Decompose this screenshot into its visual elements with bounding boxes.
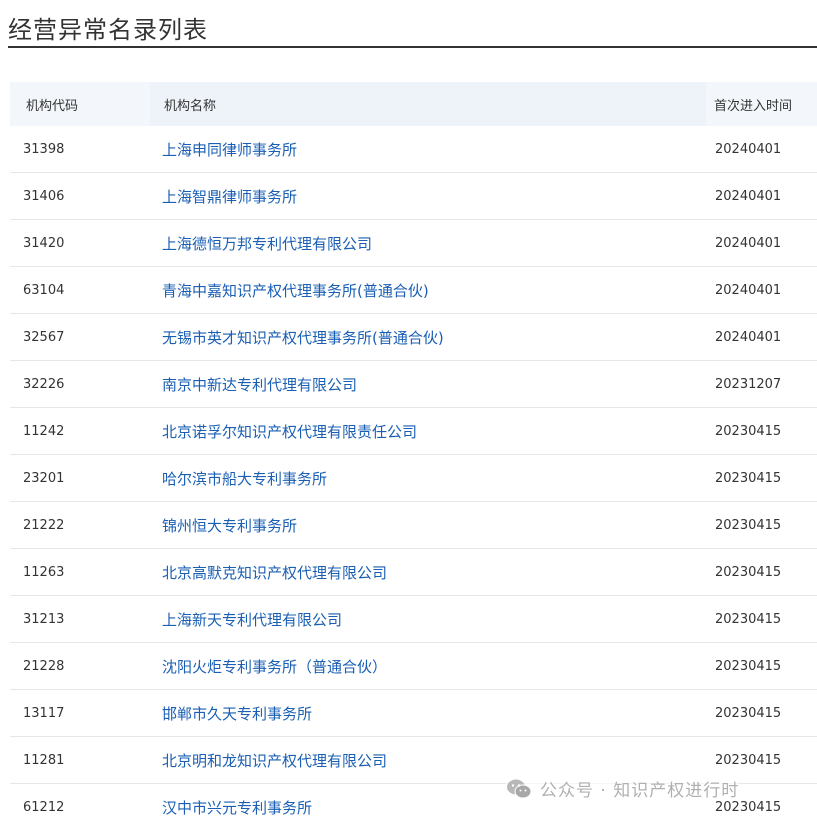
cell-date: 20231207	[715, 376, 782, 392]
cell-name-link[interactable]: 上海德恒万邦专利代理有限公司	[150, 233, 706, 254]
cell-name-link[interactable]: 无锡市英才知识产权代理事务所(普通合伙)	[150, 327, 706, 348]
cell-code: 13117	[23, 705, 65, 721]
cell-date: 20240401	[715, 235, 782, 251]
cell-date: 20230415	[715, 470, 782, 486]
table-row: 13117 邯郸市久天专利事务所 20230415	[10, 690, 817, 737]
cell-date: 20240401	[715, 188, 782, 204]
cell-code: 21222	[23, 517, 65, 533]
cell-name-link[interactable]: 上海申同律师事务所	[150, 139, 706, 160]
cell-name-link[interactable]: 北京明和龙知识产权代理有限公司	[150, 750, 706, 771]
cell-code: 63104	[23, 282, 65, 298]
table-row: 31420 上海德恒万邦专利代理有限公司 20240401	[10, 220, 817, 267]
table-row: 11263 北京高默克知识产权代理有限公司 20230415	[10, 549, 817, 596]
cell-code: 32567	[23, 329, 65, 345]
cell-date: 20240401	[715, 282, 782, 298]
cell-code: 11242	[23, 423, 65, 439]
cell-date: 20230415	[715, 611, 782, 627]
table-row: 32567 无锡市英才知识产权代理事务所(普通合伙) 20240401	[10, 314, 817, 361]
table-row: 21222 锦州恒大专利事务所 20230415	[10, 502, 817, 549]
table-row: 23201 哈尔滨市船大专利事务所 20230415	[10, 455, 817, 502]
header-code: 机构代码	[26, 98, 79, 114]
header-date: 首次进入时间	[714, 98, 793, 114]
table-row: 63104 青海中嘉知识产权代理事务所(普通合伙) 20240401	[10, 267, 817, 314]
table-row: 31398 上海申同律师事务所 20240401	[10, 126, 817, 173]
cell-name-link[interactable]: 上海智鼎律师事务所	[150, 186, 706, 207]
cell-date: 20230415	[715, 517, 782, 533]
cell-code: 31213	[23, 611, 65, 627]
cell-code: 32226	[23, 376, 65, 392]
cell-date: 20230415	[715, 658, 782, 674]
cell-name-link[interactable]: 上海新天专利代理有限公司	[150, 609, 706, 630]
abnormal-list-table: 机构代码 机构名称 首次进入时间 31398 上海申同律师事务所 2024040…	[10, 82, 817, 822]
wechat-icon	[507, 779, 532, 798]
page: 经营异常名录列表 机构代码 机构名称 首次进入时间 31398 上海申同律师事务…	[0, 0, 817, 822]
cell-code: 31420	[23, 235, 65, 251]
cell-name-link[interactable]: 北京高默克知识产权代理有限公司	[150, 562, 706, 583]
cell-date: 20230415	[715, 799, 782, 815]
table-row: 31406 上海智鼎律师事务所 20240401	[10, 173, 817, 220]
cell-name-link[interactable]: 邯郸市久天专利事务所	[150, 703, 706, 724]
cell-name-link[interactable]: 沈阳火炬专利事务所（普通合伙）	[150, 656, 706, 677]
cell-date: 20240401	[715, 329, 782, 345]
cell-date: 20230415	[715, 564, 782, 580]
cell-name-link[interactable]: 南京中新达专利代理有限公司	[150, 374, 706, 395]
header-name: 机构名称	[150, 82, 706, 126]
title-divider	[8, 46, 817, 48]
watermark: 公众号 · 知识产权进行时	[506, 776, 740, 801]
cell-code: 61212	[23, 799, 65, 815]
cell-date: 20240401	[715, 141, 782, 157]
watermark-text: 公众号 · 知识产权进行时	[540, 781, 740, 801]
cell-code: 21228	[23, 658, 65, 674]
table-row: 32226 南京中新达专利代理有限公司 20231207	[10, 361, 817, 408]
cell-code: 31406	[23, 188, 65, 204]
cell-date: 20230415	[715, 705, 782, 721]
cell-name-link[interactable]: 青海中嘉知识产权代理事务所(普通合伙)	[150, 280, 706, 301]
cell-name-link[interactable]: 锦州恒大专利事务所	[150, 515, 706, 536]
cell-date: 20230415	[715, 423, 782, 439]
page-title: 经营异常名录列表	[8, 16, 208, 44]
cell-name-link[interactable]: 哈尔滨市船大专利事务所	[150, 468, 706, 489]
cell-code: 31398	[23, 141, 65, 157]
table-row: 21228 沈阳火炬专利事务所（普通合伙） 20230415	[10, 643, 817, 690]
cell-name-link[interactable]: 北京诺孚尔知识产权代理有限责任公司	[150, 421, 706, 442]
cell-code: 23201	[23, 470, 65, 486]
table-row: 11242 北京诺孚尔知识产权代理有限责任公司 20230415	[10, 408, 817, 455]
cell-code: 11263	[23, 564, 65, 580]
table-row: 31213 上海新天专利代理有限公司 20230415	[10, 596, 817, 643]
cell-code: 11281	[23, 752, 65, 768]
table-header: 机构代码 机构名称 首次进入时间	[10, 82, 817, 126]
cell-date: 20230415	[715, 752, 782, 768]
